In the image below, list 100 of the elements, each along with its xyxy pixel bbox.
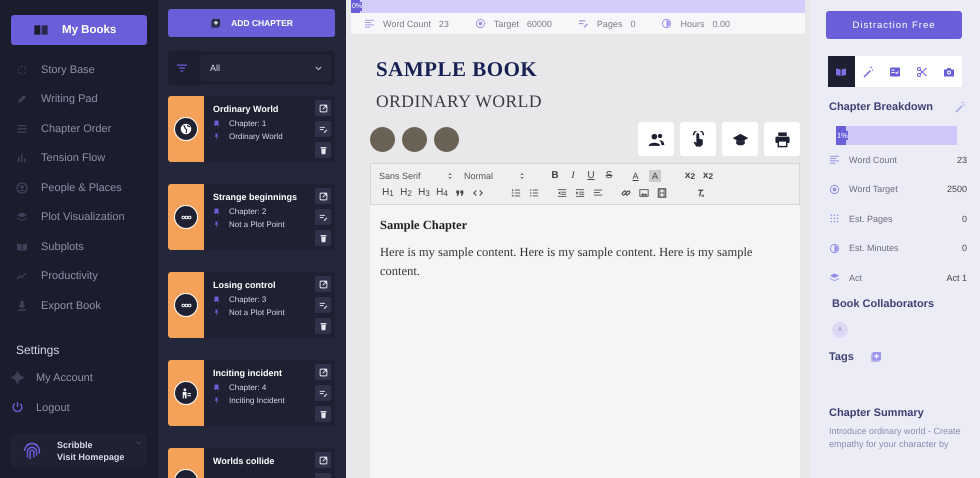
- nav-item[interactable]: Chapter Order: [11, 114, 147, 144]
- nav-item[interactable]: Productivity: [11, 262, 147, 291]
- filter-dropdown[interactable]: All: [200, 55, 331, 81]
- nav-item[interactable]: Export Book: [11, 291, 147, 320]
- chapter-content-paragraph: Here is my sample content. Here is my sample content. Here is my sample content.: [380, 244, 754, 280]
- nav-item[interactable]: Subplots: [11, 232, 147, 262]
- avatar[interactable]: [434, 126, 459, 152]
- notes-icon: [318, 212, 328, 222]
- bookmark-icon: [213, 120, 220, 127]
- settings-item[interactable]: Logout: [11, 392, 147, 422]
- globe-icon: [174, 117, 198, 141]
- nav-item[interactable]: Writing Pad: [11, 84, 147, 114]
- stat-label: Word Count: [849, 154, 898, 165]
- power-icon: [11, 401, 24, 414]
- half-circle-icon: [661, 18, 672, 29]
- open-external-icon: [318, 104, 328, 112]
- stat-label: Pages: [596, 18, 622, 28]
- chapter-card[interactable]: Inciting incident Chapter: 4 Inciting Incident: [168, 360, 335, 426]
- person-circle-icon: [16, 182, 28, 194]
- open-book-icon: [16, 240, 28, 253]
- dotted-circle-icon: [16, 64, 28, 76]
- delete-button[interactable]: [315, 318, 331, 334]
- stat-value: 0: [962, 214, 967, 224]
- section-title: Tags: [829, 350, 854, 362]
- notes-button[interactable]: [315, 209, 331, 225]
- image-icon: [639, 188, 649, 198]
- fingerprint-icon: [21, 440, 43, 462]
- italic-button[interactable]: I: [564, 170, 582, 182]
- collaborators-button[interactable]: [638, 122, 674, 156]
- notes-button[interactable]: [315, 385, 331, 401]
- nav-item[interactable]: Tension Flow: [11, 144, 147, 173]
- strikethrough-button[interactable]: S: [600, 170, 618, 182]
- nav-item[interactable]: People & Places: [11, 173, 147, 202]
- open-button[interactable]: [315, 100, 331, 116]
- open-book-icon: [835, 66, 848, 78]
- open-external-icon: [318, 192, 328, 200]
- chapter-card[interactable]: Ordinary World Chapter: 1 Ordinary World: [168, 96, 335, 162]
- chapter-title: Ordinary World: [213, 104, 280, 114]
- section-title: Chapter Summary: [829, 406, 925, 418]
- chapter-card[interactable]: Strange beginnings Chapter: 2 Not a Plot Point: [168, 184, 335, 250]
- add-chapter-button[interactable]: ADD CHAPTER: [168, 9, 335, 37]
- chevron-icon: [314, 64, 323, 72]
- layers-icon: [16, 211, 28, 224]
- chapter-card[interactable]: Worlds collide: [168, 448, 335, 478]
- stat-label: Target: [494, 18, 519, 28]
- magic-wand-icon: [862, 66, 874, 78]
- layers-icon: [829, 272, 840, 284]
- chapter-title: Inciting incident: [213, 368, 283, 378]
- dots-icon: [174, 293, 198, 317]
- learn-button[interactable]: [722, 122, 758, 156]
- target-icon: [474, 18, 486, 29]
- stat-label: Act: [849, 272, 864, 283]
- underline-button[interactable]: U: [582, 170, 600, 182]
- bookmark-icon: [213, 296, 220, 303]
- chapter-card[interactable]: Losing control Chapter: 3 Not a Plot Point: [168, 272, 335, 338]
- stat-value: 0.00: [712, 18, 730, 28]
- notes-icon: [318, 388, 328, 398]
- delete-button[interactable]: [315, 406, 331, 422]
- text-color-button[interactable]: A: [628, 170, 643, 182]
- bold-button[interactable]: B: [546, 170, 564, 182]
- avatar[interactable]: [370, 126, 395, 152]
- homepage-link[interactable]: Visit Homepage: [57, 452, 124, 462]
- notes-button[interactable]: [315, 297, 331, 313]
- settings-item[interactable]: My Account: [11, 362, 147, 392]
- notes-button[interactable]: [315, 121, 331, 137]
- chapter-title: Strange beginnings: [213, 192, 298, 202]
- align-icon: [593, 188, 603, 198]
- stat-label: Est. Pages: [849, 214, 894, 224]
- trash-icon: [318, 234, 328, 242]
- panel-tab[interactable]: [828, 56, 855, 87]
- section-title: Chapter Breakdown: [829, 101, 933, 113]
- stat-label: Word Count: [383, 18, 431, 28]
- gesture-button[interactable]: [680, 122, 716, 156]
- add-tag-icon[interactable]: [870, 350, 882, 362]
- open-button[interactable]: [315, 452, 331, 468]
- nav-item[interactable]: My Books: [11, 15, 147, 45]
- highlight-button[interactable]: A: [649, 170, 661, 182]
- open-button[interactable]: [315, 188, 331, 204]
- bullet-list-icon: [529, 188, 539, 198]
- profile-name: Scribble: [57, 440, 94, 450]
- delete-button[interactable]: [315, 142, 331, 158]
- plot-point: Not a Plot Point: [229, 308, 285, 317]
- nav-item[interactable]: Plot Visualization: [11, 202, 147, 232]
- delete-button[interactable]: [315, 230, 331, 246]
- person-list-icon: [174, 381, 198, 405]
- size-picker[interactable]: Normal: [464, 170, 526, 180]
- nav-item[interactable]: Story Base: [11, 55, 147, 84]
- print-button[interactable]: [764, 122, 800, 156]
- open-button[interactable]: [315, 276, 331, 292]
- chapter-title: Losing control: [213, 280, 276, 290]
- avatar[interactable]: [402, 126, 427, 152]
- distraction-free-button[interactable]: Distraction Free: [826, 11, 962, 39]
- chapter-title: Worlds collide: [213, 456, 276, 466]
- font-picker[interactable]: Sans Serif: [379, 170, 454, 180]
- filter-icon[interactable]: [176, 62, 188, 74]
- trash-icon: [318, 146, 328, 154]
- trash-icon: [318, 410, 328, 418]
- open-external-icon: [318, 456, 328, 464]
- dot-grid-icon: [829, 213, 840, 224]
- open-button[interactable]: [315, 364, 331, 380]
